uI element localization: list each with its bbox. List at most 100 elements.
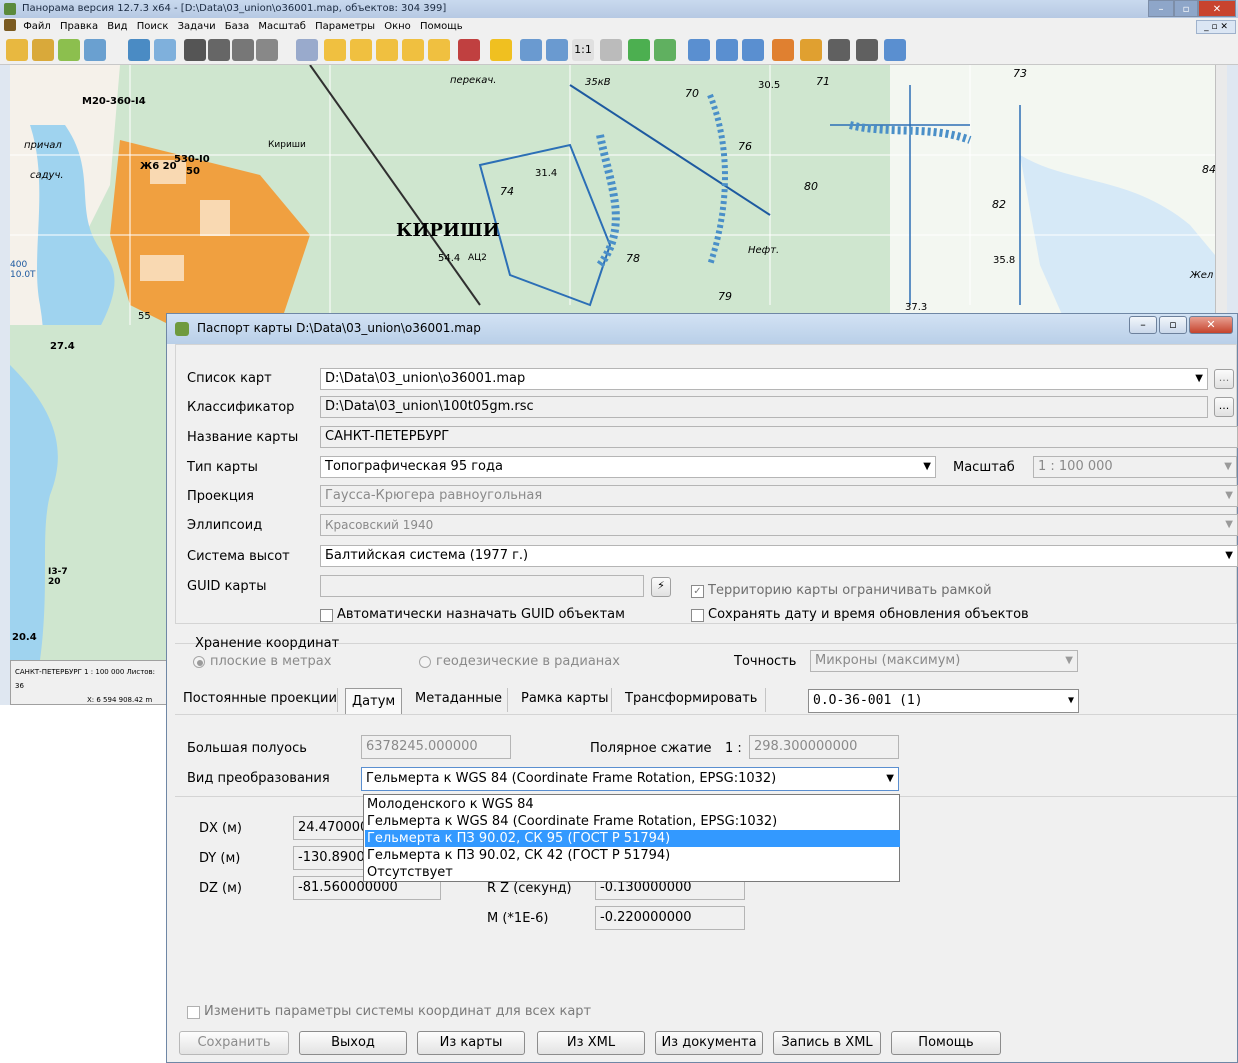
generate-guid-button[interactable]: ⚡ bbox=[651, 577, 671, 597]
menu-help[interactable]: Помощь bbox=[420, 21, 463, 32]
dropdown-option[interactable]: Гельмерта к WGS 84 (Coordinate Frame Rot… bbox=[365, 813, 900, 830]
menu-file[interactable]: Файл bbox=[23, 21, 51, 32]
map-label: перекач. bbox=[450, 75, 497, 86]
projection-select[interactable]: Гаусса-Крюгера равноугольная ▼ bbox=[320, 485, 1238, 507]
limit-frame-checkbox[interactable]: ✓ bbox=[691, 585, 704, 598]
m-field[interactable]: -0.220000000 bbox=[595, 906, 745, 930]
lightning-icon[interactable] bbox=[490, 39, 512, 61]
guid-field[interactable] bbox=[320, 575, 644, 597]
menu-edit[interactable]: Правка bbox=[60, 21, 98, 32]
dropdown-option[interactable]: Отсутствует bbox=[365, 864, 900, 881]
binoculars-a-icon[interactable] bbox=[208, 39, 230, 61]
delete-object-icon[interactable] bbox=[428, 39, 450, 61]
tab-datum[interactable]: Датум bbox=[345, 688, 403, 714]
from-map-button[interactable]: Из карты bbox=[417, 1031, 525, 1055]
dialog-minimize-icon[interactable]: – bbox=[1129, 316, 1157, 334]
exit-button[interactable]: Выход bbox=[299, 1031, 407, 1055]
browse-classifier-button[interactable]: ... bbox=[1214, 397, 1234, 417]
map-list-icon[interactable] bbox=[84, 39, 106, 61]
back-icon[interactable] bbox=[654, 39, 676, 61]
map-label: М20-360-I4 bbox=[82, 96, 146, 107]
map-label: 79 bbox=[718, 290, 732, 303]
browse-map-button[interactable]: ... bbox=[1214, 369, 1234, 389]
tab-map-frame[interactable]: Рамка карты bbox=[515, 686, 614, 712]
dialog-title: Паспорт карты D:\Data\03_union\o36001.ma… bbox=[197, 321, 481, 335]
save-button[interactable]: Сохранить bbox=[179, 1031, 289, 1055]
dropdown-option[interactable]: Гельмерта к ПЗ 90.02, СК 42 (ГОСТ Р 5179… bbox=[365, 847, 900, 864]
from-document-button[interactable]: Из документа bbox=[655, 1031, 763, 1055]
route-icon[interactable] bbox=[800, 39, 822, 61]
binoculars-icon[interactable] bbox=[184, 39, 206, 61]
sheet-select[interactable]: 0.O-36-001 (1) ▼ bbox=[808, 689, 1079, 713]
chevron-down-icon: ▼ bbox=[1225, 490, 1233, 501]
maximize-icon[interactable]: ▫ bbox=[1174, 0, 1198, 17]
print-preview-icon[interactable] bbox=[856, 39, 878, 61]
map-name-field[interactable]: САНКТ-ПЕТЕРБУРГ bbox=[320, 426, 1238, 448]
change-all-maps-checkbox[interactable] bbox=[187, 1006, 200, 1019]
pointer-icon[interactable] bbox=[688, 39, 710, 61]
auto-guid-label: Автоматически назначать GUID объектам bbox=[337, 607, 625, 622]
menu-tasks[interactable]: Задачи bbox=[178, 21, 216, 32]
zoom-1-1-icon[interactable]: 1:1 bbox=[572, 39, 594, 61]
dialog-close-icon[interactable]: ✕ bbox=[1189, 316, 1233, 334]
check-icon[interactable] bbox=[628, 39, 650, 61]
dropdown-option[interactable]: Молоденского к WGS 84 bbox=[365, 796, 900, 813]
mdi-window-controls[interactable]: _ ▫ ✕ bbox=[1196, 20, 1236, 34]
open-folder-icon[interactable] bbox=[6, 39, 28, 61]
save-date-checkbox[interactable] bbox=[691, 609, 704, 622]
app-icon bbox=[4, 3, 16, 15]
open-map-icon[interactable] bbox=[32, 39, 54, 61]
menu-parameters[interactable]: Параметры bbox=[315, 21, 375, 32]
auto-guid-checkbox[interactable] bbox=[320, 609, 333, 622]
tab-permanent-projections[interactable]: Постоянные проекции bbox=[177, 686, 343, 712]
plane-radio[interactable] bbox=[193, 656, 205, 668]
pen-icon[interactable] bbox=[772, 39, 794, 61]
fit-map-icon[interactable] bbox=[600, 39, 622, 61]
map-list-select[interactable]: D:\Data\03_union\o36001.map ▼ bbox=[320, 368, 1208, 390]
minimize-icon[interactable]: – bbox=[1148, 0, 1174, 17]
geodetic-radio[interactable] bbox=[419, 656, 431, 668]
legend-icon[interactable] bbox=[154, 39, 176, 61]
classifier-field[interactable]: D:\Data\03_union\100t05gm.rsc bbox=[320, 396, 1208, 418]
menu-window[interactable]: Окно bbox=[384, 21, 411, 32]
height-system-select[interactable]: Балтийская система (1977 г.) ▼ bbox=[320, 545, 1238, 567]
menu-database[interactable]: База bbox=[225, 21, 249, 32]
tab-transform[interactable]: Трансформировать bbox=[619, 686, 763, 712]
menu-search[interactable]: Поиск bbox=[137, 21, 169, 32]
menu-view[interactable]: Вид bbox=[107, 21, 127, 32]
info-icon[interactable] bbox=[742, 39, 764, 61]
flattening-field[interactable]: 298.300000000 bbox=[749, 735, 899, 759]
chevron-down-icon: ▼ bbox=[923, 461, 931, 472]
close-icon[interactable]: ✕ bbox=[1198, 0, 1236, 17]
from-xml-button[interactable]: Из XML bbox=[537, 1031, 645, 1055]
help-pointer-icon[interactable] bbox=[884, 39, 906, 61]
print-icon[interactable] bbox=[828, 39, 850, 61]
binoculars-b-icon[interactable] bbox=[232, 39, 254, 61]
layers-icon[interactable] bbox=[128, 39, 150, 61]
palette-icon[interactable] bbox=[458, 39, 480, 61]
precision-select[interactable]: Микроны (максимум) ▼ bbox=[810, 650, 1078, 672]
write-xml-button[interactable]: Запись в XML bbox=[773, 1031, 881, 1055]
major-axis-field[interactable]: 6378245.000000 bbox=[361, 735, 511, 759]
help-button[interactable]: Помощь bbox=[891, 1031, 1001, 1055]
edit-object-icon[interactable] bbox=[324, 39, 346, 61]
transform-type-select[interactable]: Гельмерта к WGS 84 (Coordinate Frame Rot… bbox=[361, 767, 899, 791]
map-type-select[interactable]: Топографическая 95 года ▼ bbox=[320, 456, 936, 478]
map-label: 530-I0 bbox=[174, 154, 210, 165]
chevron-down-icon: ▼ bbox=[1065, 655, 1073, 666]
move-object-icon[interactable] bbox=[402, 39, 424, 61]
menu-scale[interactable]: Масштаб bbox=[258, 21, 306, 32]
scale-select[interactable]: 1 : 100 000 ▼ bbox=[1033, 456, 1237, 478]
ellipsoid-select[interactable]: Красовский 1940 ▼ bbox=[320, 514, 1238, 536]
list-icon[interactable] bbox=[296, 39, 318, 61]
dropdown-option-selected[interactable]: Гельмерта к ПЗ 90.02, СК 95 (ГОСТ Р 5179… bbox=[365, 830, 900, 847]
add-data-icon[interactable] bbox=[58, 39, 80, 61]
tab-metadata[interactable]: Метаданные bbox=[409, 686, 508, 712]
zoom-out-icon[interactable] bbox=[520, 39, 542, 61]
create-object-icon[interactable] bbox=[350, 39, 372, 61]
dialog-maximize-icon[interactable]: ▫ bbox=[1159, 316, 1187, 334]
binoculars-c-icon[interactable] bbox=[256, 39, 278, 61]
add-point-icon[interactable] bbox=[376, 39, 398, 61]
zoom-in-icon[interactable] bbox=[546, 39, 568, 61]
select-icon[interactable] bbox=[716, 39, 738, 61]
